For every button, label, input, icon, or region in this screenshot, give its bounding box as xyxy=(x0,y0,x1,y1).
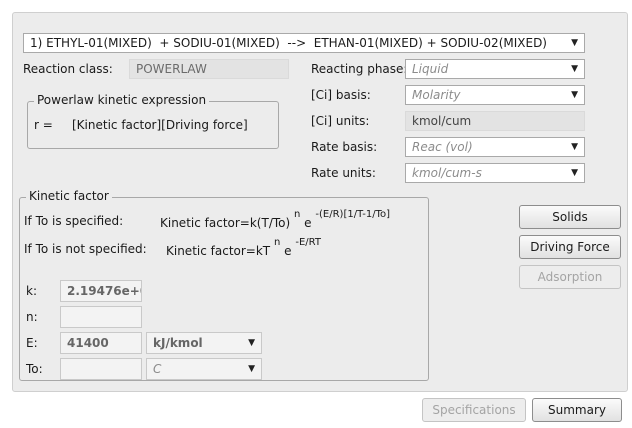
solids-button-label: Solids xyxy=(552,210,588,224)
adsorption-button[interactable]: Adsorption xyxy=(519,265,621,289)
reaction-select[interactable]: 1) ETHYL-01(MIXED) + SODIU-01(MIXED) -->… xyxy=(23,33,585,53)
chevron-down-icon[interactable]: ▼ xyxy=(571,168,578,178)
chevron-down-icon[interactable]: ▼ xyxy=(571,38,578,48)
chevron-down-icon[interactable]: ▼ xyxy=(248,364,255,374)
specifications-button[interactable]: Specifications xyxy=(422,398,526,422)
e-label: E: xyxy=(26,336,38,350)
k-input[interactable]: 2.19476e+06 xyxy=(60,280,142,302)
r-equals-label: r = xyxy=(34,118,53,132)
to-specified-label: If To is specified: xyxy=(24,214,124,228)
to-label: To: xyxy=(26,362,43,376)
rate-units-label: Rate units: xyxy=(311,166,376,180)
reaction-class-value: POWERLAW xyxy=(136,62,207,76)
to-specified-formula-main: Kinetic factor=k(T/To) xyxy=(160,216,291,230)
to-not-specified-e: e xyxy=(284,244,292,258)
chevron-down-icon[interactable]: ▼ xyxy=(571,90,578,100)
to-not-specified-formula-main: Kinetic factor=kT xyxy=(166,244,271,258)
e-input[interactable]: 41400 xyxy=(60,332,142,354)
summary-button[interactable]: Summary xyxy=(532,398,622,422)
chevron-down-icon[interactable]: ▼ xyxy=(571,64,578,74)
rate-basis-select[interactable]: Reac (vol) ▼ xyxy=(405,137,585,157)
chevron-down-icon[interactable]: ▼ xyxy=(248,338,255,348)
reaction-class-label: Reaction class: xyxy=(23,62,113,76)
to-specified-exponent: -(E/R)[1/T-1/To] xyxy=(315,209,391,220)
k-value: 2.19476e+06 xyxy=(67,284,141,298)
specifications-button-label: Specifications xyxy=(432,403,516,417)
driving-force-button-label: Driving Force xyxy=(530,240,610,254)
rate-units-value: kmol/cum-s xyxy=(412,166,482,180)
to-specified-formula: Kinetic factor=k(T/To) n e -(E/R)[1/T-1/… xyxy=(160,209,390,230)
reaction-panel: 1) ETHYL-01(MIXED) + SODIU-01(MIXED) -->… xyxy=(12,12,628,392)
to-not-specified-exponent-n: n xyxy=(273,237,281,248)
powerlaw-expression-text: [Kinetic factor][Driving force] xyxy=(72,118,248,132)
reacting-phase-select[interactable]: Liquid ▼ xyxy=(405,59,585,79)
e-units-select[interactable]: kJ/kmol ▼ xyxy=(146,332,262,354)
ci-basis-select[interactable]: Molarity ▼ xyxy=(405,85,585,105)
ci-units-value: kmol/cum xyxy=(412,114,472,128)
reacting-phase-value: Liquid xyxy=(412,62,449,76)
solids-button[interactable]: Solids xyxy=(519,205,621,229)
kinetic-factor-title: Kinetic factor xyxy=(26,189,112,203)
kinetic-factor-group: Kinetic factor If To is specified: Kinet… xyxy=(19,189,429,381)
powerlaw-expression-title: Powerlaw kinetic expression xyxy=(34,93,210,107)
to-not-specified-exponent: -E/RT xyxy=(295,237,321,248)
to-units-select[interactable]: C ▼ xyxy=(146,358,262,380)
to-input[interactable] xyxy=(60,358,142,380)
reacting-phase-label: Reacting phase: xyxy=(311,62,408,76)
to-specified-e: e xyxy=(304,216,312,230)
ci-basis-label: [Ci] basis: xyxy=(311,88,371,102)
reaction-class-field: POWERLAW xyxy=(129,59,289,79)
reaction-select-value: 1) ETHYL-01(MIXED) + SODIU-01(MIXED) -->… xyxy=(30,36,547,50)
rate-basis-value: Reac (vol) xyxy=(412,140,473,154)
rate-basis-label: Rate basis: xyxy=(311,140,378,154)
rate-units-select[interactable]: kmol/cum-s ▼ xyxy=(405,163,585,183)
k-label: k: xyxy=(26,284,37,298)
n-input[interactable] xyxy=(60,306,142,328)
ci-basis-value: Molarity xyxy=(412,88,461,102)
e-units-value: kJ/kmol xyxy=(153,336,203,350)
ci-units-label: [Ci] units: xyxy=(311,114,370,128)
adsorption-button-label: Adsorption xyxy=(537,270,603,284)
to-specified-exponent-n: n xyxy=(294,209,301,220)
driving-force-button[interactable]: Driving Force xyxy=(519,235,621,259)
powerlaw-expression-group: Powerlaw kinetic expression r = [Kinetic… xyxy=(27,93,279,149)
ci-units-field: kmol/cum xyxy=(405,111,585,131)
chevron-down-icon[interactable]: ▼ xyxy=(571,142,578,152)
n-label: n: xyxy=(26,310,38,324)
to-not-specified-formula: Kinetic factor=kT n e -E/RT xyxy=(166,237,321,258)
to-units-value: C xyxy=(153,362,162,376)
summary-button-label: Summary xyxy=(548,403,606,417)
to-not-specified-label: If To is not specified: xyxy=(24,242,147,256)
e-value: 41400 xyxy=(67,336,109,350)
